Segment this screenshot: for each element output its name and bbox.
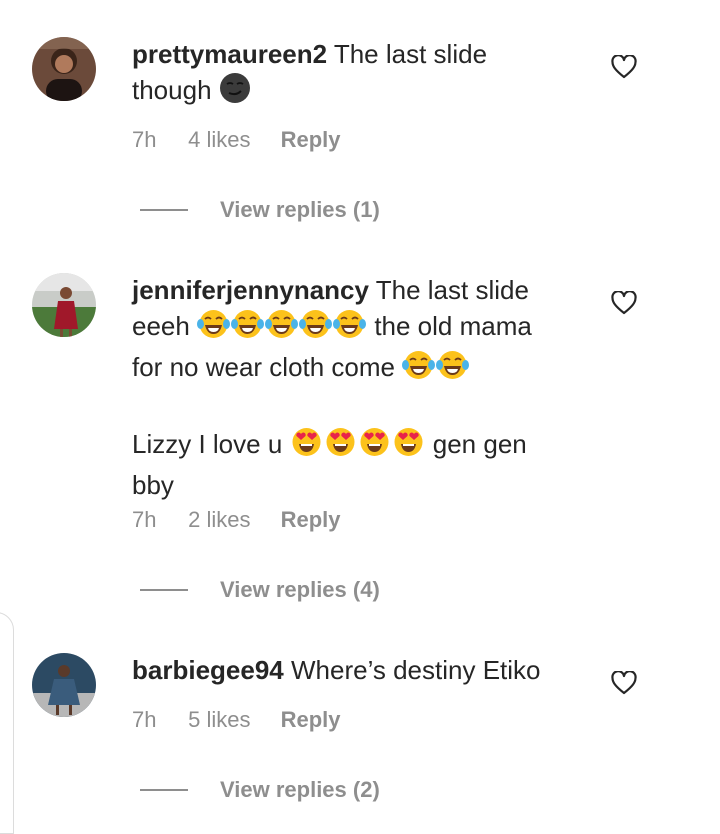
heart-eyes-emoji xyxy=(392,426,425,467)
comment-likes[interactable]: 5 likes xyxy=(188,707,250,733)
avatar[interactable] xyxy=(32,653,96,717)
divider-line xyxy=(140,589,188,591)
view-replies-button[interactable]: View replies (1) xyxy=(140,195,380,225)
tears-of-joy-emoji xyxy=(197,308,231,349)
tears-of-joy-emoji xyxy=(299,308,333,349)
comment-body-line: The last slide xyxy=(375,275,529,305)
view-replies-button[interactable]: View replies (4) xyxy=(140,575,380,605)
comment-likes[interactable]: 2 likes xyxy=(188,507,250,533)
heart-eyes-emoji xyxy=(358,426,391,467)
comment-time: 7h xyxy=(132,507,157,532)
tears-of-joy-emoji xyxy=(436,349,470,390)
view-replies-label[interactable]: View replies (2) xyxy=(220,777,380,803)
comment-body-line: the old mama xyxy=(374,311,532,341)
view-replies-label[interactable]: View replies (1) xyxy=(220,197,380,223)
divider-line xyxy=(140,789,188,791)
reply-button[interactable]: Reply xyxy=(281,507,341,533)
avatar[interactable] xyxy=(32,37,96,101)
heart-outline-icon[interactable] xyxy=(611,670,637,695)
comment-time: 7h xyxy=(132,707,157,732)
comment-meta: 7h 5 likes Reply xyxy=(132,707,341,733)
comment-body-line: gen gen xyxy=(432,429,527,459)
reply-button[interactable]: Reply xyxy=(281,707,341,733)
comment-body-line: eeeh xyxy=(132,311,190,341)
sheet-edge xyxy=(0,612,14,834)
comment-username[interactable]: jenniferjennynancy xyxy=(132,275,369,305)
heart-outline-icon[interactable] xyxy=(611,290,637,315)
view-replies-label[interactable]: View replies (4) xyxy=(220,577,380,603)
comment-text: jenniferjennynancy The last slide eeeh t… xyxy=(132,272,572,503)
comment-body-line: for no wear cloth come xyxy=(132,352,396,382)
comment-username[interactable]: barbiegee94 xyxy=(132,655,284,685)
tears-of-joy-emoji xyxy=(231,308,265,349)
tears-of-joy-emoji xyxy=(333,308,367,349)
comment-time: 7h xyxy=(132,127,157,152)
comment-text: barbiegee94 Where’s destiny Etiko xyxy=(132,652,572,688)
comment-username[interactable]: prettymaureen2 xyxy=(132,39,327,69)
view-replies-button[interactable]: View replies (2) xyxy=(140,775,380,805)
divider-line xyxy=(140,209,188,211)
smirking-face-emoji xyxy=(219,72,251,113)
heart-eyes-emoji xyxy=(290,426,323,467)
comment-likes[interactable]: 4 likes xyxy=(188,127,250,153)
comment-meta: 7h 2 likes Reply xyxy=(132,507,341,533)
tears-of-joy-emoji xyxy=(402,349,436,390)
heart-outline-icon[interactable] xyxy=(611,54,637,79)
reply-button[interactable]: Reply xyxy=(281,127,341,153)
comment-text: prettymaureen2 The last slide though xyxy=(132,36,572,113)
comment-body: Where’s destiny Etiko xyxy=(290,655,541,685)
comment-body-line: Lizzy I love u xyxy=(132,429,283,459)
heart-eyes-emoji xyxy=(324,426,357,467)
avatar[interactable] xyxy=(32,273,96,337)
tears-of-joy-emoji xyxy=(265,308,299,349)
comment-meta: 7h 4 likes Reply xyxy=(132,127,341,153)
comment-body-line: bby xyxy=(132,470,174,500)
